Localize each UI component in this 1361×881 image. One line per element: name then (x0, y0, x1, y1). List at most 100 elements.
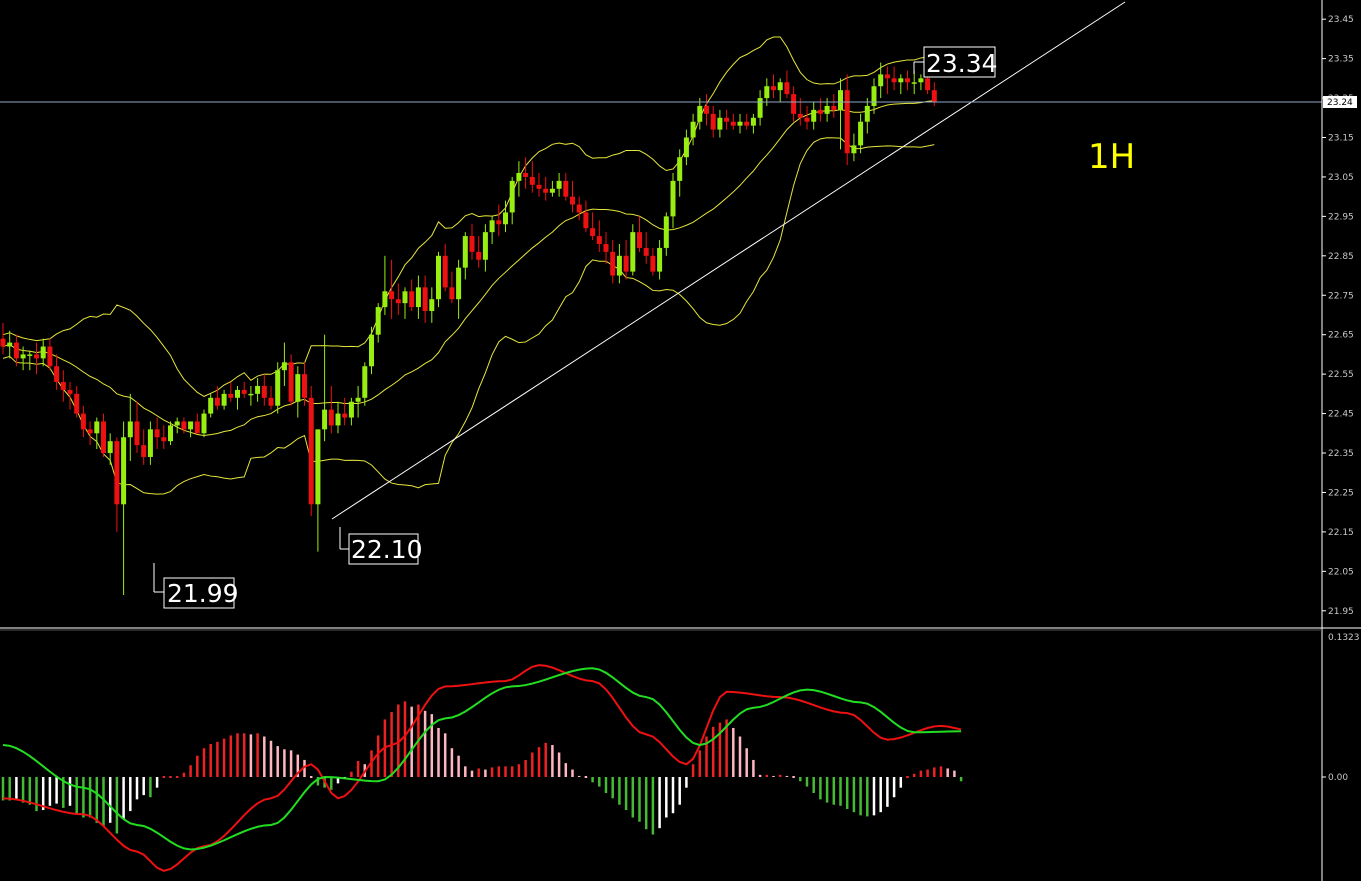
candle-body (469, 236, 475, 252)
candle-body (188, 421, 194, 430)
candle-body (771, 86, 776, 91)
candle-body (925, 78, 931, 91)
candle-body (74, 393, 80, 414)
candle-body (315, 429, 321, 505)
candle-body (402, 291, 408, 304)
candle-body (308, 397, 314, 505)
candle-body (911, 82, 917, 84)
candle-body (643, 247, 649, 256)
price-chart[interactable]: 23.4523.3523.2523.1523.0522.9522.8522.75… (0, 0, 1361, 881)
candle-body (757, 98, 763, 118)
candle-body (623, 255, 629, 272)
candle-body (804, 117, 810, 122)
candle-body (154, 429, 160, 438)
candle-body (777, 82, 783, 91)
candle-body (657, 247, 663, 272)
candle-body (884, 74, 890, 79)
candle-body (80, 413, 86, 430)
candle-body (864, 105, 870, 122)
candle-body (891, 78, 897, 83)
price-tick-label: 21.95 (1328, 607, 1354, 617)
candle-body (549, 188, 555, 193)
candle-body (248, 393, 254, 396)
candle-body (168, 425, 173, 442)
candle-body (34, 354, 39, 359)
candle-body (194, 421, 200, 434)
price-tick-label: 22.15 (1328, 528, 1354, 538)
candle-body (744, 121, 750, 126)
candle-body (791, 94, 797, 114)
price-tick-label: 22.55 (1328, 370, 1354, 380)
candle-body (415, 287, 421, 308)
candle-body (811, 109, 817, 122)
candle-body (429, 299, 435, 312)
price-tick-label: 22.45 (1328, 410, 1354, 420)
candle-body (797, 113, 803, 118)
candle-body (94, 421, 100, 434)
candle-body (704, 105, 709, 114)
candle-body (637, 232, 642, 248)
price-tick-label: 23.45 (1328, 15, 1354, 25)
candle-body (784, 82, 790, 95)
price-tick-label: 22.95 (1328, 212, 1354, 222)
candle-body (395, 299, 401, 304)
candle-body (603, 243, 609, 252)
candle-body (838, 90, 843, 110)
candle-body (476, 251, 482, 260)
current-price-label: 23.24 (1327, 98, 1353, 108)
candle-body (529, 176, 535, 185)
candle-body (0, 338, 6, 347)
candle-body (181, 421, 187, 430)
candle-body (871, 86, 877, 106)
candle-body (516, 172, 522, 181)
candle-body (610, 251, 616, 276)
candle-body (241, 389, 247, 394)
candle-body (878, 74, 884, 87)
candle-body (235, 389, 240, 398)
macd-axis-top: 0.1323 (1328, 633, 1360, 643)
price-tick-label: 22.25 (1328, 488, 1354, 498)
candle-body (375, 307, 381, 335)
candle-body (362, 366, 368, 398)
candle-body (737, 121, 743, 126)
high-value: 23.34 (926, 49, 998, 78)
candle-body (650, 255, 656, 272)
candle-body (442, 255, 448, 288)
candle-body (918, 78, 924, 83)
candle-body (509, 180, 515, 213)
candle-body (261, 385, 267, 398)
candle-body (268, 397, 274, 406)
candle-body (724, 117, 730, 122)
candle-body (20, 354, 26, 359)
candle-body (482, 232, 488, 260)
candle-body (27, 354, 33, 356)
candle-body (677, 157, 683, 181)
candle-body (590, 228, 596, 237)
candle-body (670, 180, 676, 217)
candle-body (389, 291, 395, 300)
candle-body (255, 385, 261, 394)
candle-body (355, 397, 361, 402)
candle-body (101, 421, 106, 454)
candle-body (616, 255, 622, 276)
candle-body (174, 421, 180, 426)
candle-body (496, 220, 502, 225)
candle-body (228, 393, 234, 398)
candle-body (121, 437, 127, 505)
candle-body (817, 109, 823, 114)
candle-body (489, 220, 495, 233)
low-2-value: 22.10 (351, 535, 423, 564)
candle-body (201, 413, 207, 434)
candle-body (576, 204, 582, 213)
candle-body (858, 121, 864, 146)
candle-body (523, 172, 529, 177)
price-tick-label: 22.65 (1328, 331, 1354, 341)
candle-body (851, 145, 857, 154)
candle-body (570, 196, 575, 205)
price-tick-label: 23.35 (1328, 55, 1354, 65)
candle-body (47, 346, 53, 367)
candle-body (436, 255, 441, 300)
candle-body (536, 184, 542, 189)
macd-axis-zero: 0.00 (1328, 773, 1348, 783)
candle-body (342, 413, 348, 418)
